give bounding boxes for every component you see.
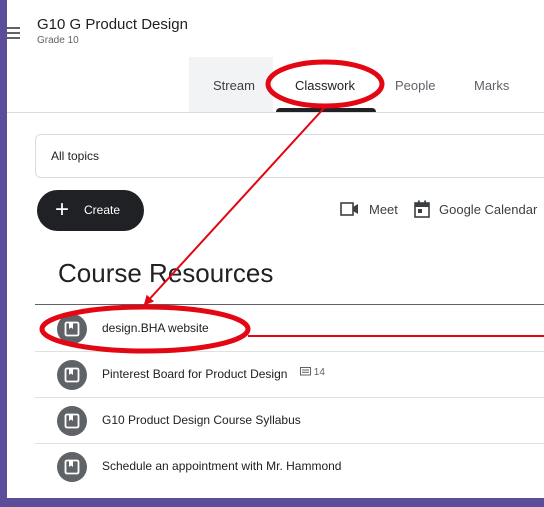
material-icon (57, 314, 87, 344)
comment-count-value: 14 (313, 367, 325, 378)
class-title[interactable]: G10 G Product Design (37, 16, 188, 33)
section-title: Course Resources (58, 258, 274, 288)
hamburger-menu-icon[interactable] (6, 27, 20, 39)
tab-classwork[interactable]: Classwork (295, 78, 355, 93)
tab-marks[interactable]: Marks (474, 78, 509, 93)
video-camera-icon (340, 202, 358, 216)
meet-label: Meet (369, 202, 398, 217)
class-subtitle: Grade 10 (37, 35, 79, 46)
tab-stream[interactable]: Stream (213, 78, 255, 93)
section-divider (35, 304, 544, 305)
topic-filter-value: All topics (51, 149, 100, 163)
material-row[interactable]: Pinterest Board for Product Design 14 (35, 352, 544, 398)
plus-icon: + (55, 196, 70, 223)
header-divider (0, 112, 544, 113)
material-title: Pinterest Board for Product Design (102, 367, 288, 381)
frame-bottom-edge (0, 498, 544, 507)
material-icon (57, 360, 87, 390)
material-title: Schedule an appointment with Mr. Hammond (102, 459, 342, 473)
material-row[interactable]: Schedule an appointment with Mr. Hammond (35, 444, 544, 490)
material-icon (57, 406, 87, 436)
calendar-icon (414, 200, 430, 218)
material-title: G10 Product Design Course Syllabus (102, 413, 301, 427)
classroom-page: G10 G Product Design Grade 10 Stream Cla… (0, 0, 544, 498)
google-calendar-label: Google Calendar (439, 202, 538, 217)
material-row[interactable]: design.BHA website (35, 306, 544, 352)
frame-left-edge (0, 0, 7, 507)
material-icon (57, 452, 87, 482)
comment-count: 14 (300, 367, 325, 378)
create-button[interactable]: + Create (37, 190, 144, 231)
create-button-label: Create (84, 203, 121, 217)
tab-people[interactable]: People (395, 78, 435, 93)
material-row[interactable]: G10 Product Design Course Syllabus (35, 398, 544, 444)
comment-icon (300, 367, 311, 376)
topic-filter-select[interactable]: All topics (35, 134, 544, 178)
material-title: design.BHA website (102, 321, 209, 335)
